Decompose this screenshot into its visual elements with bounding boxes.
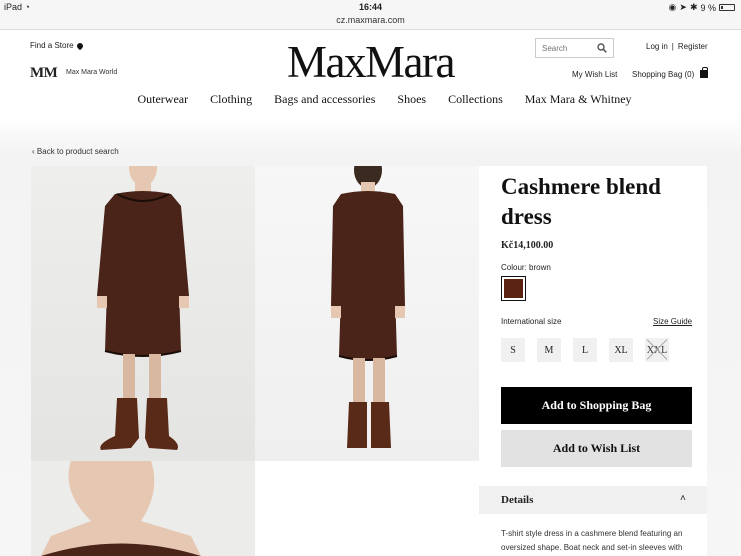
size-option-m[interactable]: M <box>537 338 561 362</box>
url-bar[interactable]: cz.maxmara.com <box>0 14 741 30</box>
add-to-wishlist-button[interactable]: Add to Wish List <box>501 430 692 467</box>
model-front-figure <box>97 166 189 450</box>
search-icon[interactable] <box>597 43 607 53</box>
chevron-left-icon: ‹ <box>32 147 35 156</box>
nav-item-bags-accessories[interactable]: Bags and accessories <box>274 92 375 107</box>
shopping-bag-icon <box>700 66 709 78</box>
battery-icon <box>719 4 735 11</box>
shopping-bag-link[interactable]: Shopping Bag (0) <box>632 66 709 79</box>
back-to-search-link[interactable]: ‹ Back to product search <box>32 147 119 156</box>
size-selector: S M L XL XXL <box>501 338 669 362</box>
product-title: Cashmere blend dress <box>501 174 661 229</box>
location-icon: ➤ <box>679 2 687 12</box>
ios-status-bar: iPad ◔ 16:44 ◉ ➤ ✱ 9 % <box>0 0 741 14</box>
register-link[interactable]: Register <box>678 42 708 51</box>
separator: | <box>671 42 674 51</box>
wishlist-link[interactable]: My Wish List <box>572 70 617 79</box>
size-option-l[interactable]: L <box>573 338 597 362</box>
product-photo-front[interactable] <box>31 166 255 461</box>
size-guide-link[interactable]: Size Guide <box>653 317 692 326</box>
brand-logo[interactable]: MaxMara <box>0 36 741 88</box>
bluetooth-icon: ✱ <box>689 2 698 12</box>
nav-item-outerwear[interactable]: Outerwear <box>137 92 188 107</box>
size-option-s[interactable]: S <box>501 338 525 362</box>
nav-item-clothing[interactable]: Clothing <box>210 92 252 107</box>
chevron-up-icon[interactable]: ˄ <box>680 493 686 504</box>
colour-label: Colour: brown <box>501 263 551 272</box>
details-title: Details <box>501 494 534 506</box>
login-link[interactable]: Log in <box>646 42 668 51</box>
search-input[interactable] <box>542 43 598 53</box>
model-back-figure <box>331 166 405 448</box>
size-label: International size <box>501 317 562 326</box>
size-option-xl[interactable]: XL <box>609 338 633 362</box>
back-link-label: Back to product search <box>36 147 119 156</box>
clock: 16:44 <box>358 2 383 12</box>
colour-label-text: Colour: <box>501 263 527 272</box>
nav-item-max-mara-whitney[interactable]: Max Mara & Whitney <box>525 92 632 107</box>
account-links: Log in | Register <box>646 42 708 51</box>
details-description: T-shirt style dress in a cashmere blend … <box>501 529 683 552</box>
size-option-xxl-unavailable: XXL <box>645 338 669 362</box>
colour-value: brown <box>529 263 551 272</box>
product-photo-blank <box>255 461 479 556</box>
nav-item-collections[interactable]: Collections <box>448 92 503 107</box>
product-price: Kč14,100.00 <box>501 240 554 251</box>
shopping-bag-label: Shopping Bag (0) <box>632 70 695 79</box>
battery-percent: 9 % <box>700 2 716 13</box>
search-box[interactable] <box>535 38 614 58</box>
add-to-bag-button[interactable]: Add to Shopping Bag <box>501 387 692 424</box>
product-photo-closeup[interactable] <box>31 461 255 556</box>
rotation-lock-icon: ◉ <box>668 2 677 12</box>
colour-swatch-brown[interactable] <box>501 276 526 301</box>
model-closeup-figure <box>41 461 201 556</box>
product-photo-back[interactable] <box>255 166 479 461</box>
nav-item-shoes[interactable]: Shoes <box>397 92 426 107</box>
main-nav: Outerwear Clothing Bags and accessories … <box>0 92 741 107</box>
status-icons: ◉ ➤ ✱ 9 % <box>669 2 735 13</box>
swatch-fill <box>504 279 523 298</box>
